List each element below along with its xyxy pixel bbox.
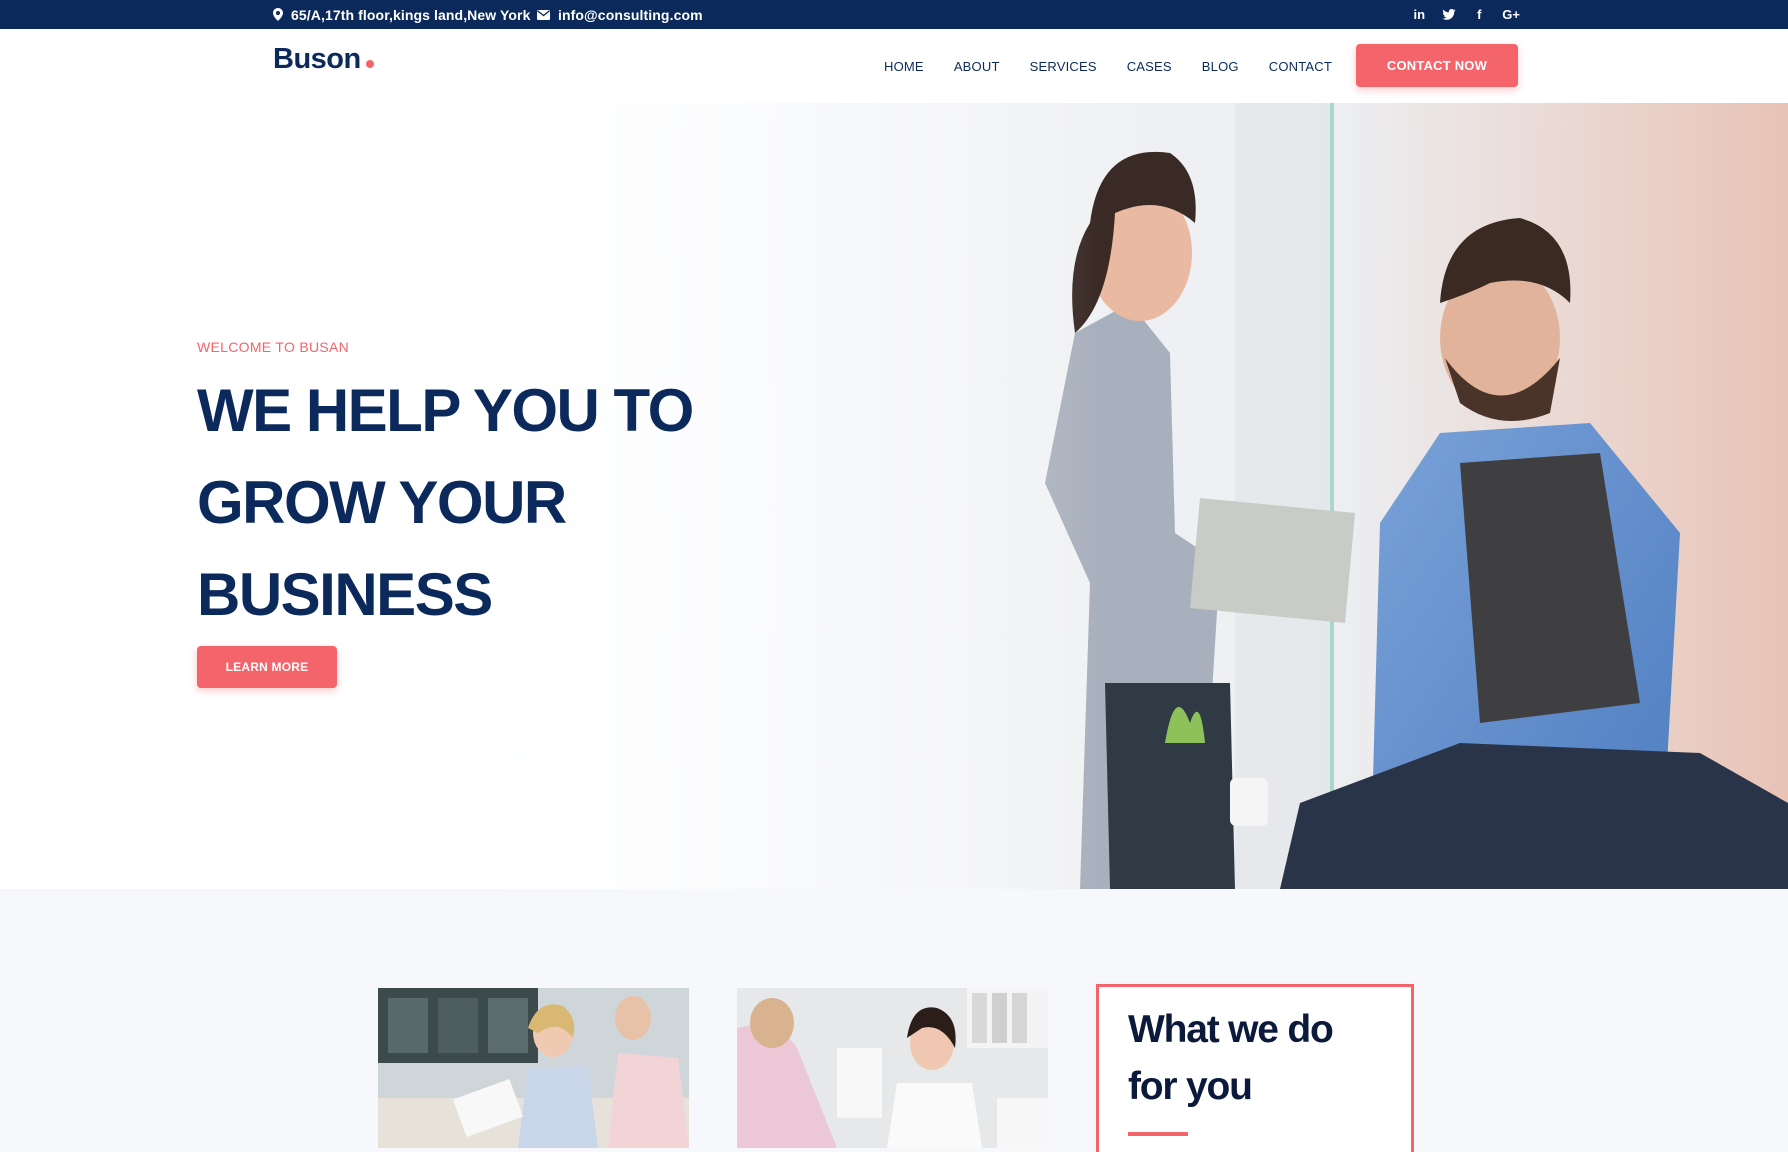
- google-plus-icon[interactable]: G+: [1502, 7, 1520, 22]
- logo-dot-icon: [365, 60, 374, 68]
- envelope-icon: [537, 9, 550, 20]
- social-links: in f G+: [1412, 0, 1521, 29]
- heading-underline: [1128, 1132, 1188, 1136]
- hero-title-line: WE HELP YOU TO: [197, 377, 694, 444]
- learn-more-button[interactable]: LEARN MORE: [197, 646, 337, 688]
- what-we-do-heading-line: What we do: [1128, 1008, 1334, 1051]
- hero-kicker: WELCOME TO BUSAN: [197, 339, 350, 355]
- services-section: What we do for you: [0, 889, 1788, 1152]
- address-info: 65/A,17th floor,kings land,New York: [273, 0, 531, 29]
- what-we-do-heading: What we do for you: [1128, 1001, 1388, 1115]
- hero-section: WELCOME TO BUSAN WE HELP YOU TO GROW YOU…: [0, 103, 1788, 889]
- what-we-do-heading-line: for you: [1128, 1065, 1253, 1108]
- nav-contact[interactable]: CONTACT: [1269, 59, 1332, 74]
- nav-about[interactable]: ABOUT: [954, 59, 1000, 74]
- logo-text[interactable]: Buson: [273, 43, 361, 76]
- nav-services[interactable]: SERVICES: [1030, 59, 1097, 74]
- email-info[interactable]: info@consulting.com: [537, 0, 703, 29]
- hero-title-line: BUSINESS: [197, 561, 493, 628]
- nav-cases[interactable]: CASES: [1127, 59, 1172, 74]
- address-text: 65/A,17th floor,kings land,New York: [291, 6, 531, 23]
- top-bar: 65/A,17th floor,kings land,New York info…: [0, 0, 1788, 29]
- hero-title-line: GROW YOUR: [197, 469, 567, 536]
- contact-now-button[interactable]: CONTACT NOW: [1356, 44, 1518, 87]
- linkedin-icon[interactable]: in: [1412, 7, 1426, 22]
- logo[interactable]: Buson: [273, 43, 374, 76]
- service-image-meeting: [378, 988, 689, 1148]
- hero-title: WE HELP YOU TO GROW YOUR BUSINESS: [197, 365, 817, 641]
- nav-home[interactable]: HOME: [884, 59, 924, 74]
- nav-blog[interactable]: BLOG: [1202, 59, 1239, 74]
- main-nav: HOME ABOUT SERVICES CASES BLOG CONTACT: [884, 29, 1332, 103]
- what-we-do-card: What we do for you: [1096, 984, 1414, 1152]
- site-header: Buson HOME ABOUT SERVICES CASES BLOG CON…: [0, 29, 1788, 103]
- service-image-consultation: [737, 988, 1048, 1148]
- email-text[interactable]: info@consulting.com: [558, 7, 703, 23]
- facebook-icon[interactable]: f: [1472, 7, 1486, 22]
- location-pin-icon: [273, 8, 283, 21]
- twitter-icon[interactable]: [1442, 9, 1456, 20]
